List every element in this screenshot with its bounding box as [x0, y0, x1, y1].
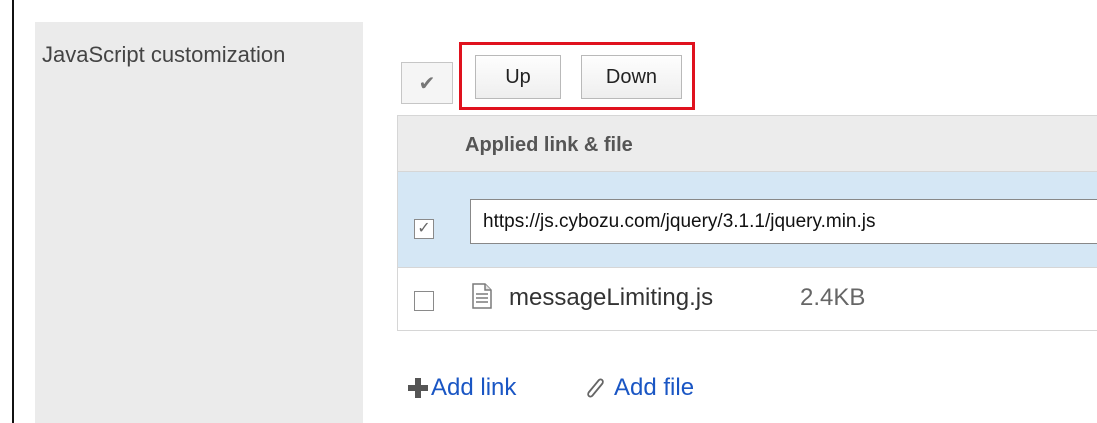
frame-border — [12, 0, 14, 423]
row-checkbox[interactable] — [414, 291, 434, 311]
add-file-button[interactable]: Add file — [582, 374, 694, 402]
file-name[interactable]: messageLimiting.js — [509, 284, 713, 312]
select-all-checkbox[interactable]: ✔ — [401, 62, 453, 104]
checkmark-icon: ✔ — [418, 72, 436, 95]
add-link-label: Add link — [431, 374, 517, 401]
add-link-button[interactable]: Add link — [407, 374, 516, 402]
table-header: Applied link & file — [398, 116, 1097, 172]
add-file-label: Add file — [614, 374, 695, 401]
file-size: 2.4KB — [800, 284, 866, 311]
setting-label-column: JavaScript customization — [35, 22, 363, 423]
up-button[interactable]: Up — [475, 55, 561, 99]
down-button[interactable]: Down — [581, 55, 682, 99]
file-icon — [472, 283, 492, 309]
link-url-input[interactable] — [470, 199, 1097, 244]
applied-files-table: Applied link & file ✓ messageLimiting.js… — [397, 115, 1097, 331]
row-checkbox-checked[interactable]: ✓ — [414, 219, 434, 239]
table-row-file[interactable]: messageLimiting.js 2.4KB — [398, 268, 1097, 330]
paperclip-icon — [587, 378, 604, 398]
setting-label: JavaScript customization — [42, 42, 286, 67]
table-row-link[interactable]: ✓ — [398, 172, 1097, 268]
plus-icon — [407, 377, 429, 399]
column-header-applied: Applied link & file — [465, 134, 633, 156]
